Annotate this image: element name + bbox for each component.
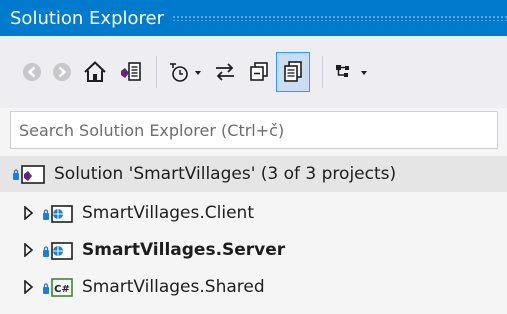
web-project-icon	[43, 205, 73, 223]
csharp-project-icon: C#	[43, 278, 73, 297]
switch-views-icon	[121, 62, 141, 81]
tree-item-label: Solution 'SmartVillages' (3 of 3 project…	[54, 164, 397, 184]
title-bar[interactable]: Solution Explorer	[0, 0, 507, 36]
tree-item-project[interactable]: SmartVillages.Server	[0, 232, 507, 268]
toolbar	[0, 36, 507, 108]
tree-item-label: SmartVillages.Server	[82, 240, 286, 260]
clock-icon	[170, 63, 201, 82]
hierarchy-icon	[336, 65, 367, 77]
collapse-all-button[interactable]	[244, 54, 274, 90]
svg-text:C#: C#	[54, 284, 70, 295]
show-all-files-icon	[284, 61, 302, 82]
pending-changes-filter-button[interactable]	[166, 54, 206, 90]
solution-icon	[13, 165, 45, 184]
tree-item-project[interactable]: C# SmartVillages.Shared	[0, 269, 507, 305]
forward-button[interactable]	[48, 54, 76, 90]
solution-explorer-panel: Solution Explorer Search Solution Explor…	[0, 0, 507, 314]
drag-grip[interactable]	[172, 15, 507, 21]
tree-item-label: SmartVillages.Shared	[82, 277, 265, 297]
panel-title: Solution Explorer	[10, 7, 164, 29]
tree-item-label: SmartVillages.Client	[82, 203, 254, 223]
expand-chevron-icon[interactable]	[22, 206, 36, 220]
collapse-all-icon	[250, 62, 268, 81]
search-box[interactable]	[10, 111, 498, 149]
tree-item-project[interactable]: SmartVillages.Client	[0, 195, 507, 231]
toolbar-separator	[156, 56, 157, 88]
tree-item-solution[interactable]: Solution 'SmartVillages' (3 of 3 project…	[0, 156, 507, 192]
expand-chevron-icon[interactable]	[22, 280, 36, 294]
home-icon	[84, 61, 106, 82]
properties-button[interactable]	[332, 54, 372, 90]
back-icon	[23, 63, 41, 81]
forward-icon	[53, 63, 71, 81]
web-project-icon	[43, 242, 73, 260]
switch-views-button[interactable]	[116, 54, 146, 90]
sync-icon	[216, 63, 234, 81]
sync-with-active-document-button[interactable]	[210, 54, 240, 90]
back-button[interactable]	[18, 54, 46, 90]
search-input[interactable]	[17, 119, 497, 141]
toolbar-separator	[322, 56, 323, 88]
show-all-files-button[interactable]	[276, 52, 310, 92]
expand-chevron-icon[interactable]	[22, 243, 36, 257]
home-button[interactable]	[80, 54, 110, 90]
